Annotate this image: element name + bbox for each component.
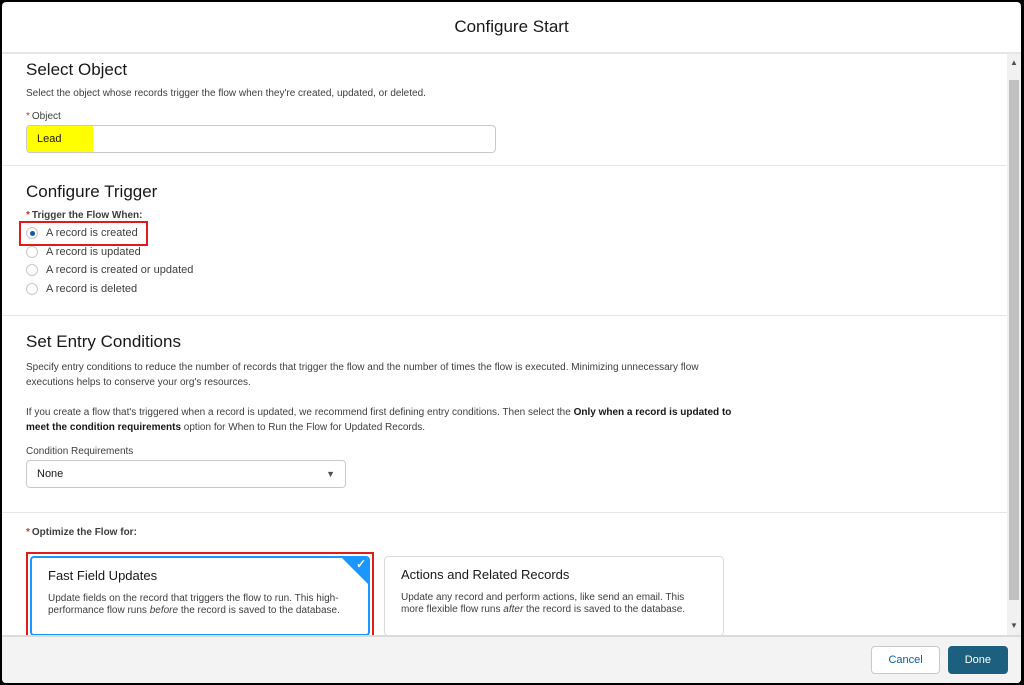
card-text-em: before <box>149 605 179 616</box>
modal-body: Select Object Select the object whose re… <box>2 54 1007 635</box>
scroll-up-icon[interactable]: ▲ <box>1007 56 1021 70</box>
radio-unselected-icon[interactable] <box>26 264 38 277</box>
required-marker: * <box>26 111 30 122</box>
condition-requirements-label: Condition Requirements <box>26 446 134 457</box>
required-marker: * <box>26 527 30 538</box>
object-label-text: Object <box>31 111 61 122</box>
radio-label: A record is created <box>46 227 138 240</box>
entry-conditions-recommendation: If you create a flow that's triggered wh… <box>26 405 751 435</box>
modal-title: Configure Start <box>454 17 569 36</box>
radio-record-created-or-updated[interactable]: A record is created or updated <box>26 261 983 280</box>
card-text-part: the record is saved to the database. <box>523 604 686 615</box>
optimize-section: * Optimize the Flow for: ✓ Fast Field Upd… <box>2 513 1007 635</box>
select-object-section: Select Object Select the object whose re… <box>2 54 1007 166</box>
configure-trigger-heading: Configure Trigger <box>26 182 158 201</box>
radio-unselected-icon[interactable] <box>26 245 38 258</box>
optimize-label: * Optimize the Flow for: <box>26 527 983 538</box>
radio-record-deleted[interactable]: A record is deleted <box>26 280 983 299</box>
card-fast-field-updates[interactable]: ✓ Fast Field Updates Update fields on th… <box>30 556 370 635</box>
radio-label: A record is deleted <box>46 282 138 295</box>
radio-label: A record is updated <box>46 245 141 258</box>
radio-record-updated[interactable]: A record is updated <box>26 243 983 262</box>
radio-unselected-icon[interactable] <box>26 282 38 295</box>
entry-conditions-description: Specify entry conditions to reduce the n… <box>26 362 699 388</box>
cancel-button[interactable]: Cancel <box>871 646 940 674</box>
card-actions-related-records[interactable]: Actions and Related Records Update any r… <box>384 556 724 635</box>
check-icon: ✓ <box>355 557 366 571</box>
configure-start-modal: Configure Start Select Object Select the… <box>2 2 1021 683</box>
object-input-value: Lead <box>27 126 93 152</box>
scroll-thumb[interactable] <box>1009 80 1019 600</box>
radio-selected-icon[interactable] <box>26 227 38 240</box>
highlight-box: ✓ Fast Field Updates Update fields on th… <box>26 552 374 635</box>
entry-conditions-section: Set Entry Conditions Specify entry condi… <box>2 316 1007 513</box>
trigger-radio-group: A record is created A record is updated … <box>19 221 983 299</box>
required-marker: * <box>26 210 30 221</box>
object-field-label: * Object <box>26 111 983 122</box>
radio-label: A record is created or updated <box>46 264 194 277</box>
recommendation-text-end: option for When to Run the Flow for Upda… <box>181 422 426 433</box>
radio-record-created[interactable]: A record is created <box>19 221 148 246</box>
card-title: Actions and Related Records <box>401 567 570 582</box>
recommendation-text: If you create a flow that's triggered wh… <box>26 407 574 418</box>
trigger-label-text: Trigger the Flow When: <box>31 210 143 221</box>
card-title: Fast Field Updates <box>48 568 158 583</box>
configure-trigger-section: Configure Trigger * Trigger the Flow When… <box>2 166 1007 316</box>
card-text-em: after <box>503 604 524 615</box>
select-object-heading: Select Object <box>26 60 128 79</box>
chevron-down-icon[interactable]: ▼ <box>326 461 335 487</box>
entry-conditions-heading: Set Entry Conditions <box>26 332 181 351</box>
done-button[interactable]: Done <box>947 646 1008 674</box>
optimize-label-text: Optimize the Flow for: <box>31 527 137 538</box>
card-text: Update fields on the record that trigger… <box>48 593 348 617</box>
condition-select-value: None <box>37 468 64 480</box>
scroll-down-icon[interactable]: ▼ <box>1007 619 1021 633</box>
optimize-cards: ✓ Fast Field Updates Update fields on th… <box>26 552 983 635</box>
select-object-description: Select the object whose records trigger … <box>26 88 426 99</box>
object-input[interactable]: Lead <box>26 125 496 153</box>
card-text-part: the record is saved to the database. <box>178 605 340 616</box>
trigger-label: * Trigger the Flow When: <box>26 210 983 221</box>
condition-requirements-select[interactable]: None ▼ <box>26 460 346 488</box>
vertical-scrollbar[interactable]: ▲ ▼ <box>1007 54 1021 635</box>
modal-header: Configure Start <box>2 2 1021 54</box>
card-text: Update any record and perform actions, l… <box>401 592 701 616</box>
modal-footer: Cancel Done <box>2 635 1021 683</box>
